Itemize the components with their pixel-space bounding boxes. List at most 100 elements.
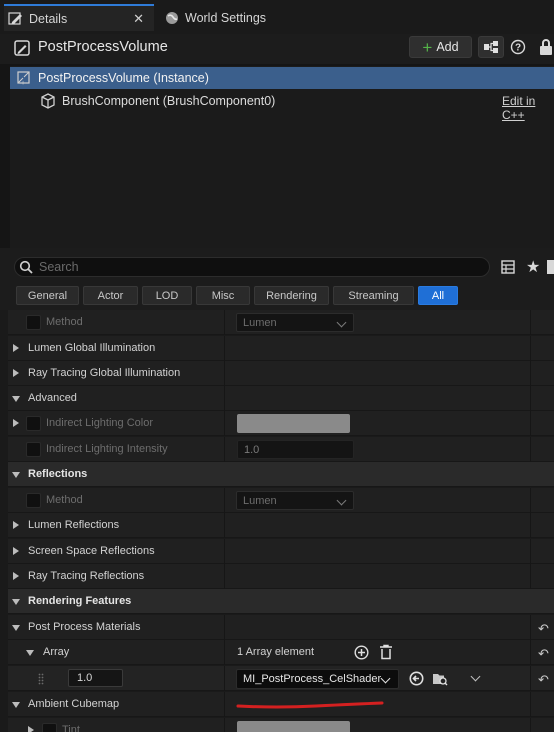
property-matrix-icon[interactable] <box>501 260 515 274</box>
property-row-indirect-color: Indirect Lighting Color <box>8 411 554 436</box>
reset-to-default-icon[interactable]: ↶ <box>538 621 549 637</box>
filter-actor[interactable]: Actor <box>83 286 138 305</box>
filter-streaming[interactable]: Streaming <box>333 286 414 305</box>
reset-to-default-icon[interactable]: ↶ <box>538 672 549 688</box>
search-area: ★ General Actor LOD Misc Rendering Strea… <box>0 248 554 310</box>
method-combo[interactable]: Lumen <box>236 313 354 332</box>
blueprint-button[interactable] <box>478 36 504 58</box>
filter-lod[interactable]: LOD <box>142 286 192 305</box>
color-swatch[interactable] <box>237 414 350 433</box>
add-component-button[interactable]: + Add <box>409 36 472 58</box>
method-value: Lumen <box>243 494 277 507</box>
globe-icon <box>164 10 179 25</box>
details-header: PostProcessVolume + Add ? <box>0 34 554 64</box>
category-rendering-features[interactable]: Rendering Features <box>8 589 554 614</box>
category-label: Rendering Features <box>28 595 132 607</box>
property-row-rt-gi[interactable]: Ray Tracing Global Illumination <box>8 361 554 386</box>
expand-arrow-icon[interactable] <box>28 726 34 732</box>
method-combo[interactable]: Lumen <box>236 491 354 510</box>
filter-misc[interactable]: Misc <box>196 286 250 305</box>
color-swatch[interactable] <box>237 721 350 732</box>
collapse-arrow-icon[interactable] <box>12 472 20 478</box>
edit-in-cpp-link[interactable]: Edit in C++ <box>502 94 554 122</box>
property-row-advanced[interactable]: Advanced <box>8 386 554 411</box>
tab-details[interactable]: Details ✕ <box>4 4 154 31</box>
search-input[interactable] <box>39 260 459 274</box>
property-label: Post Process Materials <box>28 621 141 633</box>
property-grid: Method Lumen Lumen Global Illumination R… <box>0 310 554 732</box>
use-selected-icon[interactable] <box>409 671 424 689</box>
override-checkbox[interactable] <box>26 442 41 457</box>
tab-world-settings[interactable]: World Settings <box>160 4 280 31</box>
add-label: Add <box>436 40 459 54</box>
blueprint-icon <box>484 41 498 53</box>
filter-rendering[interactable]: Rendering <box>254 286 329 305</box>
filter-general[interactable]: General <box>16 286 79 305</box>
chevron-down-icon <box>380 673 391 684</box>
filter-bar: General Actor LOD Misc Rendering Streami… <box>16 286 458 306</box>
material-combo[interactable]: MI_PostProcess_CelShader <box>236 669 399 689</box>
add-element-icon[interactable] <box>354 645 369 663</box>
override-checkbox[interactable] <box>26 493 41 508</box>
filter-all[interactable]: All <box>418 286 458 305</box>
browse-folder-icon[interactable] <box>432 671 448 689</box>
property-row-ss-reflections[interactable]: Screen Space Reflections <box>8 539 554 564</box>
collapse-arrow-icon[interactable] <box>12 599 20 605</box>
actor-icon <box>14 40 30 56</box>
intensity-value: 1.0 <box>244 443 260 456</box>
reset-to-default-icon[interactable]: ↶ <box>538 646 549 662</box>
favorite-star-icon[interactable]: ★ <box>526 257 540 277</box>
collapse-arrow-icon[interactable] <box>12 702 20 708</box>
category-reflections[interactable]: Reflections <box>8 462 554 487</box>
cube-icon <box>40 93 56 109</box>
property-label: Tint <box>62 724 80 732</box>
help-icon[interactable]: ? <box>510 39 526 55</box>
property-row-array[interactable]: Array 1 Array element ↶ <box>8 640 554 665</box>
property-row-pp-materials[interactable]: Post Process Materials ↶ <box>8 615 554 640</box>
settings-icon[interactable] <box>547 260 554 274</box>
tab-world-settings-label: World Settings <box>185 10 267 25</box>
material-name: MI_PostProcess_CelShader <box>243 673 382 685</box>
collapse-arrow-icon[interactable] <box>26 650 34 656</box>
collapse-arrow-icon[interactable] <box>12 625 20 631</box>
expand-arrow-icon[interactable] <box>13 419 19 427</box>
lock-icon[interactable] <box>538 38 554 56</box>
property-row-lumen-gi[interactable]: Lumen Global Illumination <box>8 336 554 361</box>
override-checkbox[interactable] <box>42 723 57 732</box>
expand-arrow-icon[interactable] <box>13 344 19 352</box>
property-row-array-element: 1.0 MI_PostProcess_CelShader ↶ <box>8 666 554 691</box>
expand-arrow-icon[interactable] <box>13 369 19 377</box>
tab-details-label: Details <box>29 11 68 26</box>
property-row-lumen-reflections[interactable]: Lumen Reflections <box>8 513 554 538</box>
expand-arrow-icon[interactable] <box>13 572 19 580</box>
expand-arrow-icon[interactable] <box>13 521 19 529</box>
svg-text:+: + <box>21 80 25 86</box>
search-icon <box>19 260 33 274</box>
expand-arrow-icon[interactable] <box>13 547 19 555</box>
search-box[interactable] <box>14 257 490 277</box>
tab-bar: Details ✕ World Settings <box>0 0 554 34</box>
drag-handle-icon[interactable] <box>38 673 44 685</box>
collapse-arrow-icon[interactable] <box>12 396 20 402</box>
property-row-indirect-intensity: Indirect Lighting Intensity 1.0 <box>8 437 554 462</box>
property-label: Array <box>43 646 70 658</box>
close-icon[interactable]: ✕ <box>133 11 144 27</box>
property-label: Ray Tracing Reflections <box>28 570 145 582</box>
pencil-icon <box>8 11 23 26</box>
override-checkbox[interactable] <box>26 315 41 330</box>
trash-icon[interactable] <box>379 644 393 663</box>
tree-item-label: BrushComponent (BrushComponent0) <box>62 94 276 108</box>
component-tree: + PostProcessVolume (Instance) BrushComp… <box>10 66 554 248</box>
tree-item-postprocessvolume[interactable]: + PostProcessVolume (Instance) <box>10 67 554 89</box>
weight-field[interactable]: 1.0 <box>68 669 123 687</box>
chevron-down-icon[interactable] <box>470 671 481 682</box>
property-row-tint: Tint <box>8 718 554 732</box>
property-label: Advanced <box>28 392 77 404</box>
tree-item-brushcomponent[interactable]: BrushComponent (BrushComponent0) Edit in… <box>10 90 554 122</box>
plus-icon: + <box>422 37 433 57</box>
override-checkbox[interactable] <box>26 416 41 431</box>
property-row-method: Method Lumen <box>8 310 554 335</box>
property-row-rt-reflections[interactable]: Ray Tracing Reflections <box>8 564 554 589</box>
intensity-field[interactable]: 1.0 <box>237 440 354 459</box>
property-label: Lumen Reflections <box>28 519 120 531</box>
